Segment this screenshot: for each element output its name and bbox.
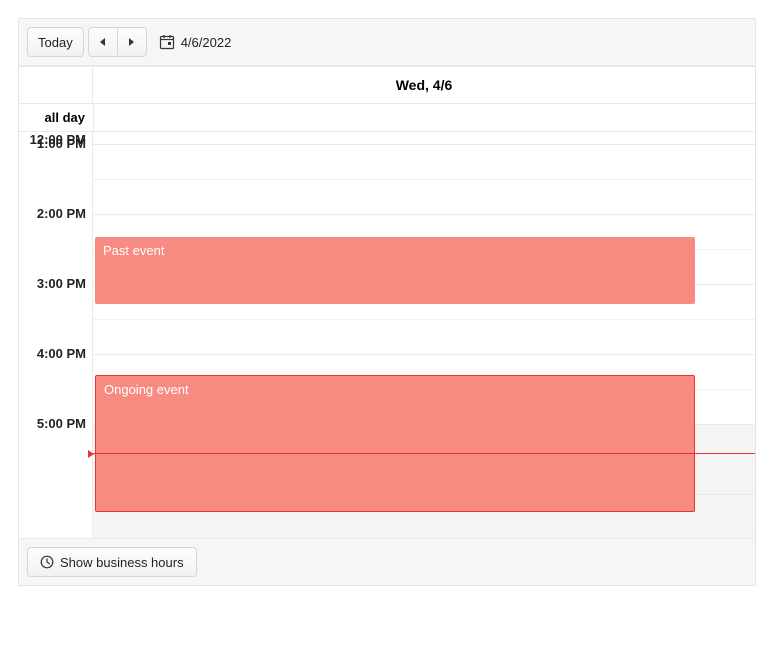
events-column[interactable]: Past event Ongoing event (93, 132, 755, 538)
calendar-footer: Show business hours (19, 538, 755, 585)
all-day-label: all day (19, 104, 93, 131)
time-grid[interactable]: 12:00 PM 1:00 PM 2:00 PM 3:00 PM 4:00 PM… (19, 132, 755, 538)
clock-icon (40, 555, 54, 569)
day-header-row: Wed, 4/6 (19, 66, 755, 104)
event-title: Past event (103, 243, 164, 258)
next-button[interactable] (117, 27, 147, 57)
today-button[interactable]: Today (27, 27, 84, 57)
time-label: 1:00 PM (37, 136, 86, 151)
all-day-row[interactable]: all day (19, 104, 755, 132)
current-time-marker-icon (88, 450, 94, 458)
date-picker[interactable]: 4/6/2022 (159, 34, 232, 50)
time-label: 5:00 PM (37, 416, 86, 431)
current-time-indicator (93, 453, 755, 454)
calendar-toolbar: Today (19, 19, 755, 66)
time-label: 2:00 PM (37, 206, 86, 221)
time-gutter: 12:00 PM 1:00 PM 2:00 PM 3:00 PM 4:00 PM… (19, 132, 93, 538)
today-button-label: Today (38, 35, 73, 50)
prev-button[interactable] (88, 27, 118, 57)
current-date-label: 4/6/2022 (181, 35, 232, 50)
time-label: 3:00 PM (37, 276, 86, 291)
chevron-right-icon (129, 38, 134, 46)
show-business-hours-button[interactable]: Show business hours (27, 547, 197, 577)
day-header-label: Wed, 4/6 (396, 77, 453, 93)
event-title: Ongoing event (104, 382, 189, 397)
show-business-hours-label: Show business hours (60, 555, 184, 570)
chevron-left-icon (100, 38, 105, 46)
calendar-icon (159, 34, 175, 50)
day-header: Wed, 4/6 (93, 67, 755, 103)
time-label: 4:00 PM (37, 346, 86, 361)
event-ongoing[interactable]: Ongoing event (95, 375, 695, 512)
event-past[interactable]: Past event (95, 237, 695, 304)
